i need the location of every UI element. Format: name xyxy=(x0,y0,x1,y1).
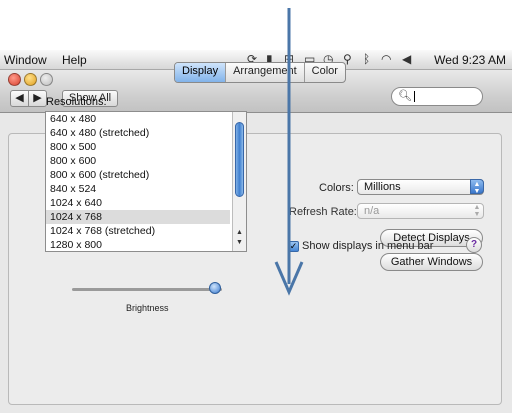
list-item[interactable]: 840 x 524 xyxy=(46,182,230,196)
brightness-slider-knob[interactable] xyxy=(208,282,221,294)
chevron-right-icon: ▶ xyxy=(33,92,42,104)
forward-button[interactable]: ▶ xyxy=(28,90,47,107)
search-icon: 🔍︎ xyxy=(398,90,412,102)
list-item[interactable]: 640 x 480 (stretched) xyxy=(46,126,230,140)
bluetooth-icon[interactable]: ᛒ xyxy=(363,52,370,66)
tab-bar: Display Arrangement Color xyxy=(174,62,346,83)
gather-windows-button[interactable]: Gather Windows xyxy=(380,253,483,271)
popup-arrows-icon: ▲ ▼ xyxy=(470,179,484,195)
volume-icon[interactable]: ◀ xyxy=(402,52,411,66)
scroll-up-icon[interactable]: ▲ xyxy=(236,229,243,236)
checkmark-icon: ✓ xyxy=(289,241,298,251)
refresh-rate-label: Refresh Rate: xyxy=(289,206,357,218)
resolutions-list[interactable]: 640 x 480 640 x 480 (stretched) 800 x 50… xyxy=(45,111,247,252)
tab-arrangement[interactable]: Arrangement xyxy=(226,63,305,82)
show-displays-label[interactable]: Show displays in menu bar xyxy=(302,240,433,252)
menu-help[interactable]: Help xyxy=(62,53,87,67)
list-scrollbar[interactable]: ▲ ▼ xyxy=(232,112,246,251)
chevron-left-icon: ◀ xyxy=(15,92,24,104)
scrollbar-thumb[interactable] xyxy=(235,122,244,197)
colors-popup[interactable]: Millions ▲ ▼ xyxy=(357,179,484,195)
refresh-rate-popup[interactable]: n/a ▲ ▼ xyxy=(357,203,484,219)
list-item[interactable]: 800 x 600 xyxy=(46,154,230,168)
colors-label: Colors: xyxy=(319,182,354,194)
list-item[interactable]: 1024 x 640 xyxy=(46,196,230,210)
refresh-rate-value: n/a xyxy=(364,205,380,217)
list-item[interactable]: 800 x 500 xyxy=(46,140,230,154)
list-item[interactable]: 800 x 600 (stretched) xyxy=(46,168,230,182)
list-item[interactable]: 1280 x 800 xyxy=(46,238,230,251)
brightness-slider-track[interactable] xyxy=(72,288,222,291)
search-field[interactable]: 🔍︎ xyxy=(391,87,483,106)
brightness-label: Brightness xyxy=(126,303,169,313)
list-item[interactable]: 640 x 480 xyxy=(46,112,230,126)
show-displays-checkbox[interactable]: ✓ xyxy=(288,241,299,252)
list-item[interactable]: 1024 x 768 (stretched) xyxy=(46,224,230,238)
menu-window[interactable]: Window xyxy=(4,53,47,67)
resolutions-label: Resolutions: xyxy=(46,96,107,108)
text-caret xyxy=(414,91,415,102)
menubar-clock[interactable]: Wed 9:23 AM xyxy=(434,53,506,67)
back-button[interactable]: ◀ xyxy=(10,90,29,107)
scroll-down-icon[interactable]: ▼ xyxy=(236,239,243,246)
wifi-icon[interactable]: ◠ xyxy=(381,52,391,66)
colors-value: Millions xyxy=(364,181,401,193)
tab-color[interactable]: Color xyxy=(305,63,345,82)
help-button[interactable]: ? xyxy=(466,237,482,253)
tab-display[interactable]: Display xyxy=(175,63,227,82)
popup-arrows-icon: ▲ ▼ xyxy=(473,204,481,218)
list-item-selected[interactable]: 1024 x 768 xyxy=(46,210,230,224)
